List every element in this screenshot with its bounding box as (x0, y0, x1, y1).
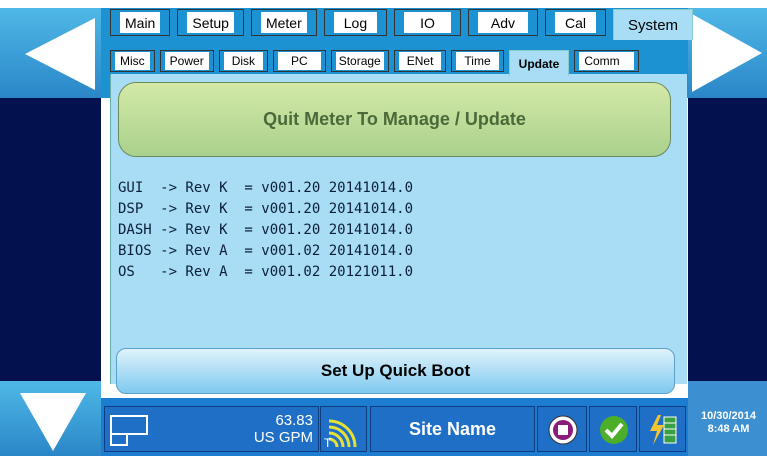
time-text: 8:48 AM (707, 423, 750, 435)
right-arrow-icon[interactable] (692, 14, 764, 92)
primary-tabs: Main Setup Meter Log IO Adv Cal System (110, 9, 694, 40)
revision-row: OS -> Rev A = v001.02 20121011.0 (118, 264, 414, 280)
flow-value: 63.83 (275, 412, 313, 429)
subtab-pc[interactable]: PC (273, 50, 326, 72)
tab-meter[interactable]: Meter (250, 9, 317, 36)
revision-list: GUI -> Rev K = v001.20 20141014.0 DSP ->… (118, 178, 413, 283)
subtab-power[interactable]: Power (159, 50, 214, 72)
tab-io[interactable]: IO (394, 9, 461, 36)
subtab-storage[interactable]: Storage (330, 50, 389, 72)
tab-cal[interactable]: Cal (545, 9, 607, 36)
date-text: 10/30/2014 (700, 410, 757, 422)
display-button[interactable]: 63.83 US GPM (104, 406, 319, 452)
signal-button[interactable]: T (320, 406, 367, 452)
signal-letter: T (324, 436, 332, 450)
subtab-label: PC (278, 52, 321, 70)
tab-label: Adv (477, 12, 529, 33)
site-name-button[interactable]: Site Name (370, 406, 535, 452)
secondary-tabs: Misc Power Disk PC Storage ENet Time Upd… (110, 50, 639, 76)
quick-boot-button[interactable]: Set Up Quick Boot (116, 348, 675, 394)
tab-label: Setup (187, 12, 234, 33)
subtab-label: Storage (335, 52, 384, 70)
subtab-misc[interactable]: Misc (110, 50, 155, 72)
tab-main[interactable]: Main (110, 9, 171, 36)
display-icon (110, 415, 148, 446)
tab-label: Cal (555, 12, 597, 33)
right-dark-area (688, 98, 767, 381)
revision-row: DSP -> Rev K = v001.20 20141014.0 (118, 201, 414, 217)
subtab-time[interactable]: Time (451, 50, 504, 72)
tab-label: Main (120, 12, 161, 33)
tab-label: System (628, 16, 679, 34)
subtab-update[interactable]: Update (508, 50, 570, 76)
subtab-label: ENet (398, 52, 442, 70)
subtab-label: Update (518, 56, 560, 71)
subtab-label: Power (164, 52, 209, 70)
stop-button[interactable] (537, 406, 587, 452)
tab-setup[interactable]: Setup (177, 9, 244, 36)
date-time: 10/30/2014 8:48 AM (690, 410, 767, 436)
subtab-comm[interactable]: Comm (574, 50, 639, 72)
subtab-disk[interactable]: Disk (218, 50, 269, 72)
flow-readout: 63.83 US GPM (254, 412, 313, 446)
check-icon (600, 416, 628, 444)
subtab-label: Time (456, 52, 499, 70)
subtab-enet[interactable]: ENet (393, 50, 447, 72)
left-dark-area (0, 98, 101, 381)
tab-system[interactable]: System (613, 9, 694, 40)
revision-row: GUI -> Rev K = v001.20 20141014.0 (118, 180, 414, 196)
subtab-label: Disk (223, 52, 264, 70)
subtab-label: Misc (115, 52, 150, 70)
subtab-label: Comm (579, 52, 634, 70)
quit-meter-button[interactable]: Quit Meter To Manage / Update (118, 82, 671, 157)
revision-row: BIOS -> Rev A = v001.02 20141014.0 (118, 243, 414, 259)
down-arrow-icon[interactable] (20, 393, 86, 453)
tab-adv[interactable]: Adv (467, 9, 539, 36)
flow-unit: US GPM (253, 429, 313, 446)
battery-charging-icon (650, 415, 677, 445)
power-button[interactable] (639, 406, 686, 452)
tab-label: Log (333, 12, 378, 33)
tab-label: Meter (260, 12, 307, 33)
revision-row: DASH -> Rev K = v001.20 20141014.0 (118, 222, 414, 238)
left-arrow-icon[interactable] (25, 18, 97, 90)
app-frame: Main Setup Meter Log IO Adv Cal System M… (0, 0, 767, 461)
stop-icon (548, 415, 578, 445)
tab-label: IO (404, 12, 451, 33)
status-ok-button[interactable] (589, 406, 637, 452)
tab-log[interactable]: Log (323, 9, 388, 36)
